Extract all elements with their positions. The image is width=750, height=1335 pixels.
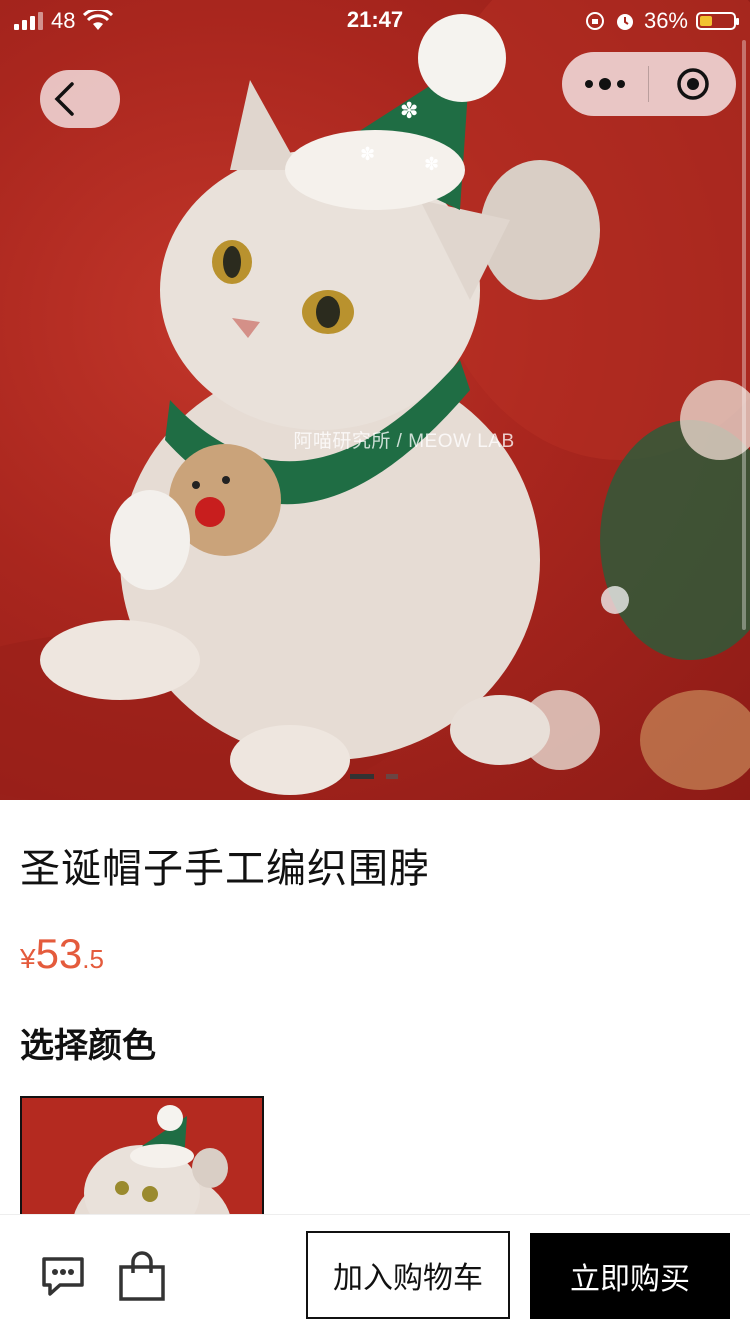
image-watermark: 阿喵研究所 / MEOW LAB [293, 431, 515, 452]
color-section-title: 选择颜色 [20, 1026, 156, 1066]
status-bar: 48 21:47 36% [0, 0, 750, 40]
more-dots-icon-right [617, 80, 625, 88]
svg-text:✽: ✽ [424, 154, 439, 175]
back-button[interactable] [40, 70, 120, 128]
battery-icon [696, 12, 739, 30]
rotation-lock-icon [585, 12, 604, 30]
product-image-carousel[interactable]: ✽ ✽ ✽ 48 21:47 36% 阿喵研究所 / MEOW LAB [0, 0, 750, 800]
target-circle-icon [676, 68, 709, 100]
price-decimal: .5 [82, 944, 104, 974]
mini-program-capsule [562, 52, 736, 116]
shopping-bag-icon [119, 1251, 165, 1301]
carousel-indicator [350, 774, 398, 779]
product-photo: ✽ ✽ ✽ [0, 0, 750, 800]
bottom-action-bar: 加入购物车 立即购买 [0, 1214, 750, 1335]
carousel-dot[interactable] [386, 774, 398, 779]
close-button[interactable] [649, 52, 736, 116]
more-dots-icon [585, 80, 593, 88]
product-price: ¥53.5 [20, 930, 104, 978]
buy-now-button[interactable]: 立即购买 [530, 1233, 730, 1319]
more-button[interactable] [562, 52, 648, 116]
alarm-icon [616, 14, 633, 30]
cart-button[interactable] [116, 1251, 166, 1301]
product-title: 圣诞帽子手工编织围脖 [20, 846, 430, 892]
scrollbar[interactable] [742, 40, 746, 630]
svg-text:✽: ✽ [360, 144, 375, 165]
chat-bubble-icon [42, 1257, 84, 1296]
svg-text:✽: ✽ [400, 99, 418, 124]
price-currency: ¥ [20, 943, 36, 974]
carousel-dot-active[interactable] [350, 774, 374, 779]
customer-service-button[interactable] [38, 1251, 88, 1301]
price-integer: 53 [35, 930, 83, 977]
chevron-left-icon [54, 82, 74, 116]
more-dots-icon-center [599, 78, 611, 90]
battery-level [700, 16, 712, 26]
add-to-cart-button[interactable]: 加入购物车 [306, 1231, 510, 1319]
battery-percent: 36% [643, 8, 688, 33]
